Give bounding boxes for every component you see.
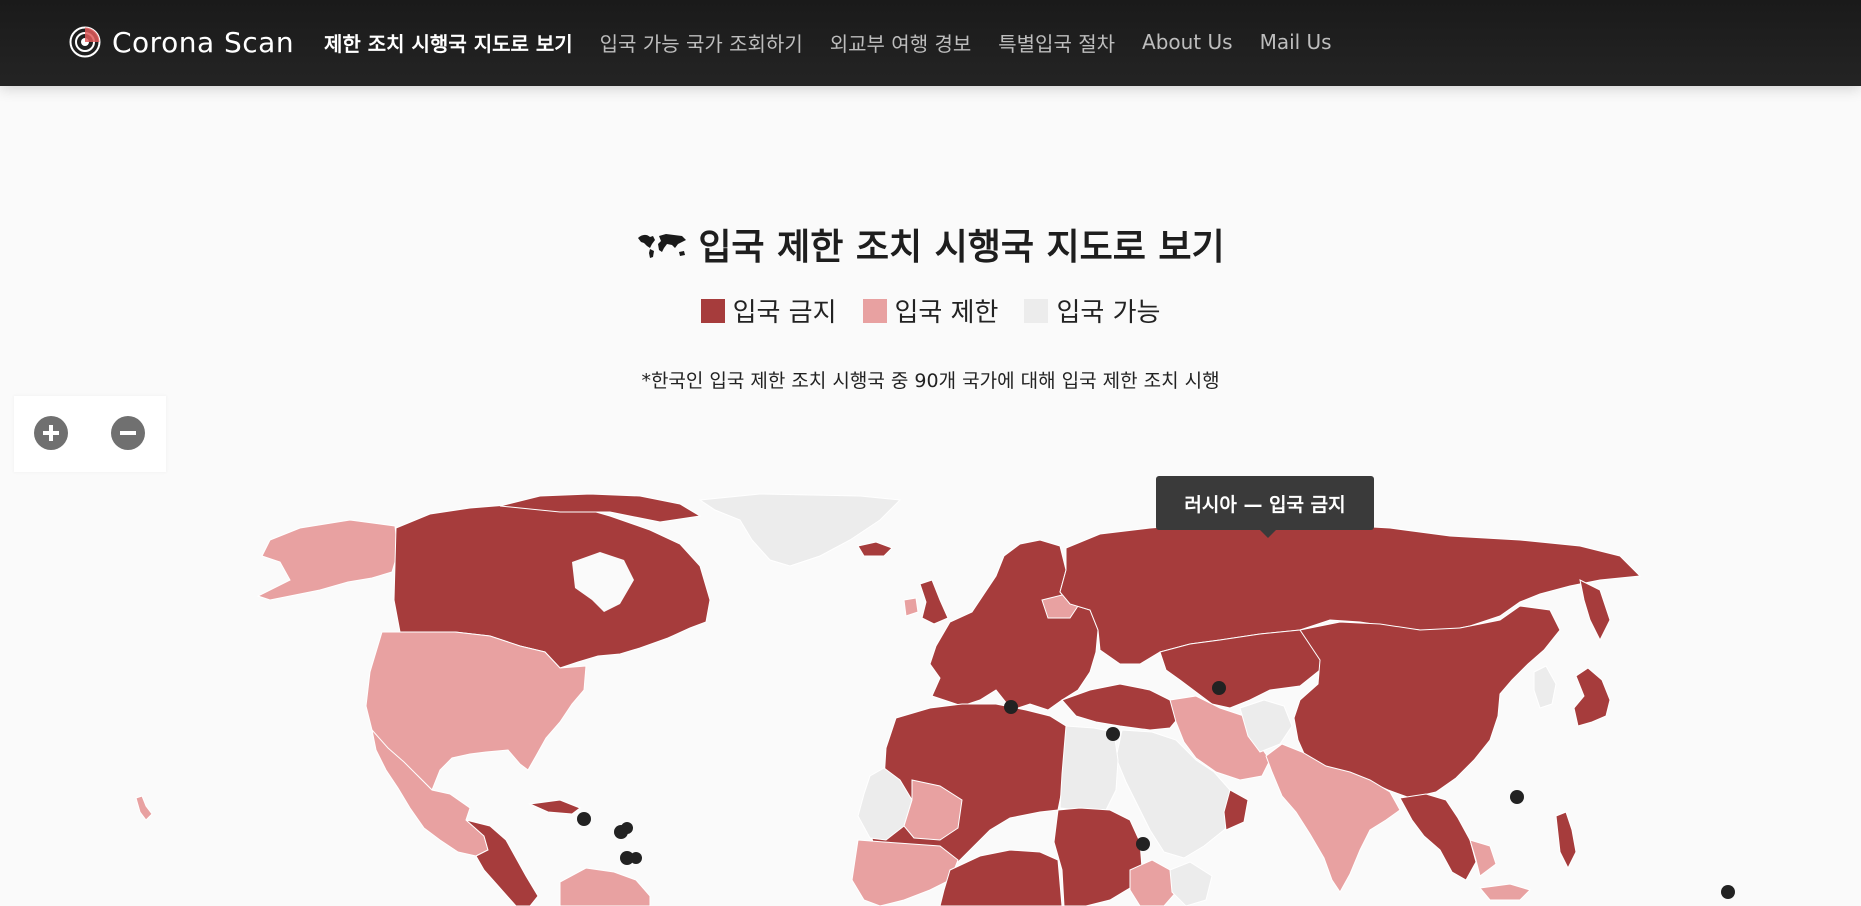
zoom-out-icon	[120, 431, 136, 435]
region-korea[interactable]	[1533, 665, 1557, 709]
region-philippines[interactable]	[1555, 811, 1577, 870]
region-japan[interactable]	[1573, 667, 1611, 727]
page-title: 입국 제한 조치 시행국 지도로 보기	[0, 218, 1861, 270]
legend-label-restrict: 입국 제한	[894, 298, 999, 328]
map-tooltip: 러시아 — 입국 금지	[1156, 476, 1374, 538]
nav-mail-us[interactable]: Mail Us	[1260, 30, 1332, 54]
marker-israel[interactable]	[1106, 727, 1120, 741]
map-legend: 입국 금지 입국 제한 입국 가능	[0, 292, 1861, 329]
zoom-in-icon	[43, 425, 59, 441]
region-south-arabia-allow[interactable]	[1169, 861, 1213, 906]
zoom-control	[14, 396, 166, 472]
page-title-text: 입국 제한 조치 시행국 지도로 보기	[698, 227, 1225, 268]
tooltip-text: 러시아 — 입국 금지	[1184, 493, 1346, 516]
marker-malta[interactable]	[1004, 700, 1018, 714]
region-sudan[interactable]	[1053, 807, 1143, 906]
legend-label-allow: 입국 가능	[1056, 298, 1161, 328]
region-ireland[interactable]	[903, 597, 919, 617]
marker-caribbean-4[interactable]	[630, 852, 642, 864]
top-navbar: Corona Scan 제한 조치 시행국 지도로 보기 입국 가능 국가 조회…	[0, 0, 1861, 86]
marker-caribbean-2[interactable]	[621, 822, 633, 834]
region-indonesia[interactable]	[1479, 883, 1531, 901]
marker-bahamas[interactable]	[577, 812, 591, 826]
legend-label-ban: 입국 금지	[732, 298, 837, 328]
main-nav: 제한 조치 시행국 지도로 보기 입국 가능 국가 조회하기 외교부 여행 경보…	[324, 0, 1332, 84]
region-southeast-asia[interactable]	[1399, 793, 1477, 881]
marker-hongkong[interactable]	[1510, 790, 1524, 804]
world-map-icon	[638, 234, 687, 258]
legend-swatch-ban	[700, 298, 725, 323]
zoom-in-button[interactable]	[34, 416, 68, 450]
restriction-note: *한국인 입국 제한 조치 시행국 중 90개 국가에 대해 입국 제한 조치 …	[641, 370, 1220, 392]
nav-travel-alert[interactable]: 외교부 여행 경보	[830, 28, 972, 57]
region-hawaii[interactable]	[135, 795, 153, 821]
marker-eritrea[interactable]	[1136, 837, 1150, 851]
legend-item-allow: 입국 가능	[1024, 292, 1160, 329]
nav-country-lookup[interactable]: 입국 가능 국가 조회하기	[600, 28, 803, 57]
nav-map-view[interactable]: 제한 조치 시행국 지도로 보기	[324, 28, 573, 57]
legend-item-restrict: 입국 제한	[862, 292, 999, 329]
zoom-out-button[interactable]	[111, 416, 145, 450]
brand-name: Corona Scan	[112, 25, 295, 59]
region-iceland[interactable]	[857, 541, 893, 557]
radar-logo-icon	[69, 26, 101, 58]
legend-item-ban: 입국 금지	[700, 292, 837, 329]
nav-about-us[interactable]: About Us	[1142, 30, 1233, 54]
region-cuba[interactable]	[528, 799, 582, 815]
region-alaska[interactable]	[256, 519, 399, 601]
nav-special-entry[interactable]: 특별입국 절차	[998, 28, 1115, 57]
legend-swatch-restrict	[862, 298, 887, 323]
marker-guam[interactable]	[1721, 885, 1735, 899]
brand[interactable]: Corona Scan	[68, 0, 294, 84]
region-south-america[interactable]	[559, 867, 651, 906]
legend-swatch-allow	[1024, 298, 1049, 323]
marker-azerbaijan[interactable]	[1212, 681, 1226, 695]
region-turkey[interactable]	[1061, 683, 1181, 731]
world-map[interactable]	[0, 480, 1861, 906]
region-uk[interactable]	[919, 579, 949, 625]
region-russia-kamchatka[interactable]	[1579, 579, 1611, 642]
